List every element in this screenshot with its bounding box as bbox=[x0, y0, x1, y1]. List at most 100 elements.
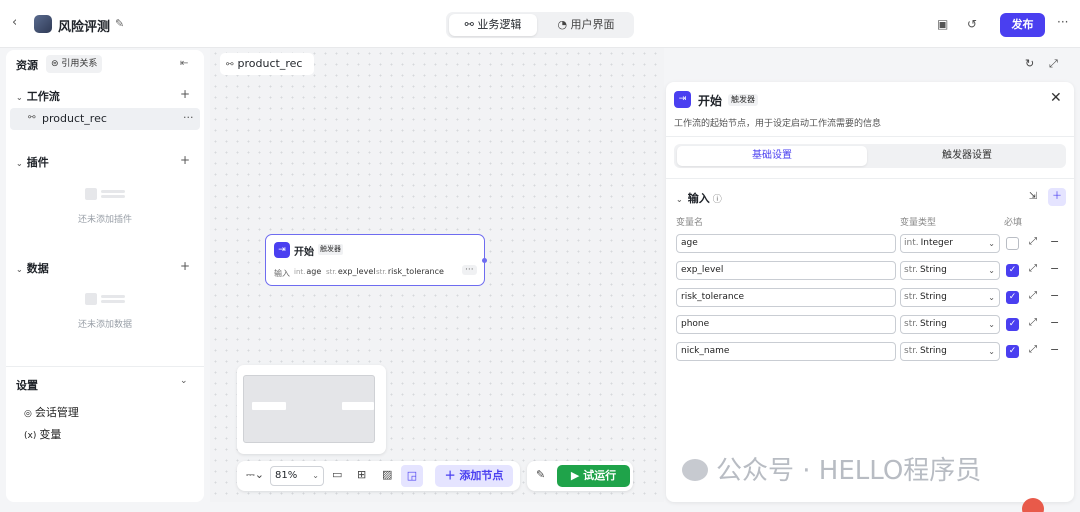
comment-icon[interactable]: ▭ bbox=[332, 468, 342, 481]
node-title: 开始 bbox=[294, 247, 314, 258]
chevron-down-icon[interactable]: ⌄ bbox=[180, 376, 188, 386]
chevron-down-icon: ⌄ bbox=[16, 159, 23, 168]
column-header-required: 必填 bbox=[1004, 218, 1023, 228]
image-icon[interactable]: ▨ bbox=[382, 468, 392, 481]
add-variable-icon[interactable]: ＋ bbox=[1048, 188, 1066, 206]
section-plugin[interactable]: ⌄ 插件 bbox=[16, 154, 49, 170]
workflow-more-icon[interactable]: ··· bbox=[183, 111, 194, 124]
start-icon: ⇥ bbox=[674, 91, 691, 108]
canvas-tab[interactable]: ⚯ product_rec bbox=[220, 53, 314, 75]
required-checkbox[interactable]: ✓ bbox=[1006, 264, 1019, 277]
variable-type-select[interactable]: str. String ⌄ bbox=[900, 342, 1000, 361]
start-icon: ⇥ bbox=[274, 242, 290, 258]
reference-button[interactable]: ⊜ 引用关系 bbox=[46, 55, 103, 73]
variable-type-select[interactable]: str. String ⌄ bbox=[900, 261, 1000, 280]
edit-icon[interactable]: ✎ bbox=[115, 17, 124, 30]
workflow-icon: ⚯ bbox=[226, 60, 234, 70]
required-checkbox[interactable]: ✓ bbox=[1006, 345, 1019, 358]
setting-session-management[interactable]: ◎ 会话管理 bbox=[24, 404, 79, 420]
refresh-icon[interactable]: ↻ bbox=[1025, 57, 1034, 70]
variable-name-input[interactable]: exp_level bbox=[676, 261, 896, 280]
flow-icon: ⚯ bbox=[464, 18, 478, 31]
node-var: int.age bbox=[294, 267, 322, 276]
layout-icon[interactable]: ⊞ bbox=[357, 468, 366, 481]
input-section-title[interactable]: ⌄ 输入 ⓘ bbox=[676, 190, 722, 206]
variable-name-input[interactable]: nick_name bbox=[676, 342, 896, 361]
expand-icon[interactable]: ⤢ bbox=[1029, 290, 1037, 301]
info-icon[interactable]: ⓘ bbox=[713, 195, 722, 205]
variable-type-select[interactable]: int. Integer ⌄ bbox=[900, 234, 1000, 253]
panel-title: 开始 bbox=[698, 94, 723, 108]
preview-icon[interactable]: ▣ bbox=[937, 17, 948, 31]
chevron-down-icon: ⌄ bbox=[988, 239, 995, 248]
required-checkbox[interactable]: ✓ bbox=[1006, 291, 1019, 304]
tab-business-logic[interactable]: ⚯ 业务逻辑 bbox=[449, 14, 537, 36]
workflow-item[interactable]: ⚯ product_rec ··· bbox=[10, 108, 200, 130]
add-data-icon[interactable]: + bbox=[180, 259, 190, 273]
start-node[interactable]: ⇥ 开始 触发器 输入 int.age str.exp_level str.ri… bbox=[265, 234, 487, 286]
watermark: 公众号 · HELLO程序员 bbox=[682, 450, 981, 487]
wrench-icon[interactable]: ✎ bbox=[536, 468, 545, 481]
column-header-type: 变量类型 bbox=[900, 218, 937, 228]
app-icon bbox=[34, 15, 52, 33]
setting-variables[interactable]: (x) 变量 bbox=[24, 426, 61, 442]
publish-button[interactable]: 发布 bbox=[1000, 13, 1045, 37]
import-icon[interactable]: ⇲ bbox=[1024, 188, 1042, 206]
section-workflow[interactable]: ⌄ 工作流 bbox=[16, 88, 60, 104]
tab-basic-settings[interactable]: 基础设置 bbox=[677, 146, 867, 166]
add-node-button[interactable]: ＋ 添加节点 bbox=[435, 465, 513, 487]
chevron-down-icon: ⌄ bbox=[988, 320, 995, 329]
data-empty-state: 还未添加数据 bbox=[6, 293, 204, 330]
trigger-badge: 触发器 bbox=[318, 244, 343, 255]
section-data[interactable]: ⌄ 数据 bbox=[16, 260, 49, 276]
history-icon[interactable]: ↺ bbox=[967, 17, 977, 31]
tab-user-interface[interactable]: ◔ 用户界面 bbox=[542, 14, 630, 36]
expand-icon[interactable]: ⤢ bbox=[1029, 236, 1037, 247]
expand-icon[interactable]: ⤢ bbox=[1029, 263, 1037, 274]
variable-type-select[interactable]: str. String ⌄ bbox=[900, 315, 1000, 334]
remove-icon[interactable]: − bbox=[1050, 316, 1059, 329]
variable-row: age int. Integer ⌄ ⤢ − bbox=[676, 234, 1066, 254]
fullscreen-icon[interactable]: ⤢ bbox=[1049, 57, 1058, 71]
node-var: str.exp_level bbox=[326, 267, 376, 276]
panel-description: 工作流的起始节点，用于设定启动工作流需要的信息 bbox=[674, 119, 882, 129]
output-port[interactable] bbox=[482, 258, 487, 263]
variable-name-input[interactable]: risk_tolerance bbox=[676, 288, 896, 307]
chevron-down-icon: ⌄ bbox=[312, 471, 319, 480]
node-more-icon[interactable]: ··· bbox=[462, 265, 477, 275]
variable-icon: (x) bbox=[24, 431, 37, 441]
expand-icon[interactable]: ⤢ bbox=[1029, 317, 1037, 328]
remove-icon[interactable]: − bbox=[1050, 343, 1059, 356]
close-icon[interactable]: ✕ bbox=[1050, 90, 1062, 106]
add-workflow-icon[interactable]: + bbox=[180, 87, 190, 101]
placeholder-icon bbox=[85, 293, 125, 305]
variable-name-input[interactable]: age bbox=[676, 234, 896, 253]
remove-icon[interactable]: − bbox=[1050, 262, 1059, 275]
required-checkbox[interactable] bbox=[1006, 237, 1019, 250]
minimap-toggle-icon[interactable]: ◲ bbox=[401, 465, 423, 487]
placeholder-icon bbox=[85, 188, 125, 200]
variable-name-input[interactable]: phone bbox=[676, 315, 896, 334]
expand-icon[interactable]: ⤢ bbox=[1029, 344, 1037, 355]
add-plugin-icon[interactable]: + bbox=[180, 153, 190, 167]
zoom-select[interactable]: 81% ⌄ bbox=[270, 466, 324, 486]
back-icon[interactable]: ‹ bbox=[12, 15, 17, 30]
remove-icon[interactable]: − bbox=[1050, 289, 1059, 302]
remove-icon[interactable]: − bbox=[1050, 235, 1059, 248]
required-checkbox[interactable]: ✓ bbox=[1006, 318, 1019, 331]
canvas-toolbar: ⎓⌄ 81% ⌄ ▭ ⊞ ▨ ◲ ＋ 添加节点 bbox=[237, 461, 520, 491]
resource-header: 资源 bbox=[16, 59, 38, 72]
more-icon[interactable]: ··· bbox=[1057, 15, 1068, 29]
tab-trigger-settings[interactable]: 触发器设置 bbox=[872, 146, 1062, 166]
section-settings[interactable]: 设置 bbox=[16, 377, 38, 393]
variable-type-select[interactable]: str. String ⌄ bbox=[900, 288, 1000, 307]
chevron-down-icon: ⌄ bbox=[988, 347, 995, 356]
test-run-button[interactable]: ▶ 试运行 bbox=[557, 465, 630, 487]
variable-row: exp_level str. String ⌄ ✓ ⤢ − bbox=[676, 261, 1066, 281]
minimap[interactable] bbox=[237, 365, 386, 454]
reference-icon: ⊜ bbox=[51, 59, 62, 69]
mouse-mode-icon[interactable]: ⎓⌄ bbox=[246, 468, 264, 482]
chevron-down-icon: ⌄ bbox=[988, 266, 995, 275]
collapse-sidebar-icon[interactable]: ⇤ bbox=[180, 58, 188, 69]
wechat-icon bbox=[682, 459, 708, 481]
